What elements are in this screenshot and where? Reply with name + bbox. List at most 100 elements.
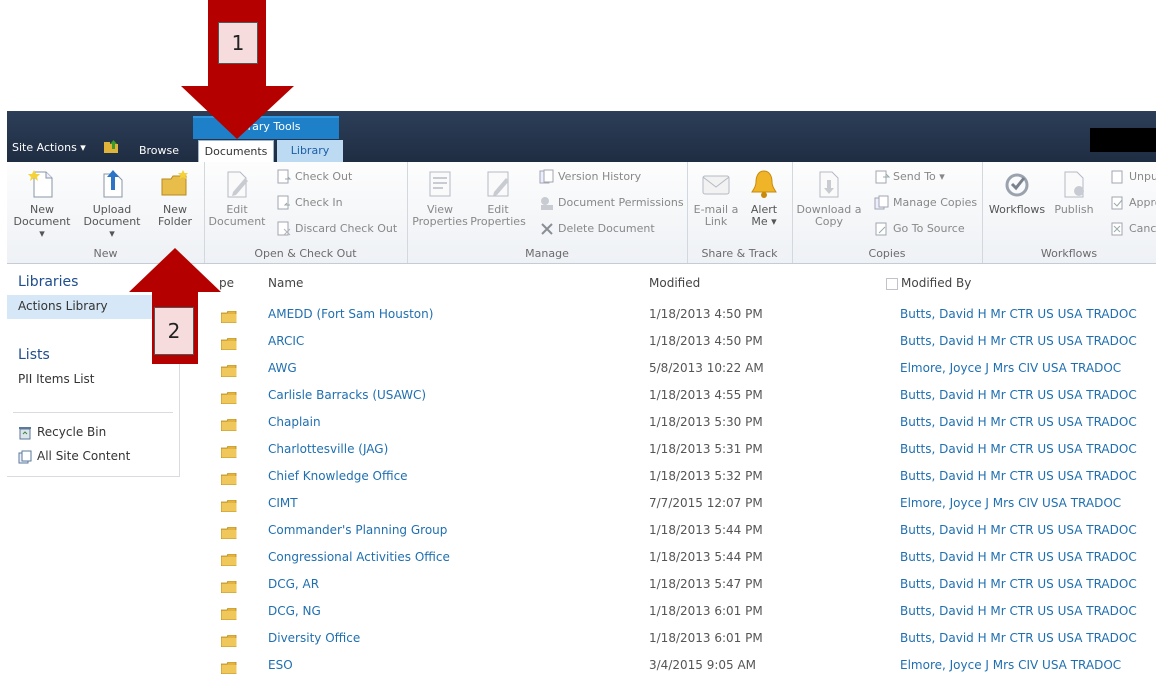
tab-library[interactable]: Library bbox=[277, 140, 343, 162]
nav-item-all-site-content[interactable]: All Site Content bbox=[18, 449, 130, 464]
table-row[interactable]: CIMT 7/7/2015 12:07 PM Elmore, Joyce J Mrs… bbox=[179, 491, 1156, 518]
item-modified-by[interactable]: Elmore, Joyce J Mrs CIV USA TRADOC bbox=[900, 496, 1121, 510]
manage-copies-button[interactable]: Manage Copies bbox=[874, 194, 977, 212]
table-row[interactable]: Chief Knowledge Office 1/18/2013 5:32 PM B… bbox=[179, 464, 1156, 491]
item-name-link[interactable]: Chaplain bbox=[268, 415, 321, 429]
item-modified-by[interactable]: Butts, David H Mr CTR US USA TRADOC bbox=[900, 631, 1137, 645]
new-document-button[interactable]: New Document ▾ bbox=[13, 168, 71, 240]
item-modified-by[interactable]: Elmore, Joyce J Mrs CIV USA TRADOC bbox=[900, 361, 1121, 375]
upload-document-button[interactable]: Upload Document ▾ bbox=[83, 168, 141, 240]
item-modified-by[interactable]: Butts, David H Mr CTR US USA TRADOC bbox=[900, 334, 1137, 348]
table-row[interactable]: DCG, NG 1/18/2013 6:01 PM Butts, David H M… bbox=[179, 599, 1156, 626]
table-row[interactable]: ARCIC 1/18/2013 4:50 PM Butts, David H Mr … bbox=[179, 329, 1156, 356]
table-row[interactable]: AMEDD (Fort Sam Houston) 1/18/2013 4:50 P… bbox=[179, 302, 1156, 329]
send-to-button[interactable]: Send To ▾ bbox=[874, 168, 945, 186]
item-name-link[interactable]: Congressional Activities Office bbox=[268, 550, 450, 564]
tab-documents[interactable]: Documents bbox=[198, 140, 274, 162]
workflows-button[interactable]: Workflows bbox=[986, 168, 1048, 216]
alert-me-button[interactable]: Alert Me ▾ bbox=[739, 168, 789, 228]
column-header-name[interactable]: Name bbox=[268, 276, 303, 290]
check-out-button[interactable]: Check Out bbox=[276, 168, 352, 186]
approve-button[interactable]: Appro bbox=[1110, 194, 1156, 212]
check-in-button[interactable]: Check In bbox=[276, 194, 343, 212]
item-modified-by[interactable]: Butts, David H Mr CTR US USA TRADOC bbox=[900, 577, 1137, 591]
item-modified-by[interactable]: Butts, David H Mr CTR US USA TRADOC bbox=[900, 604, 1137, 618]
email-icon bbox=[702, 175, 730, 195]
item-name-link[interactable]: Commander's Planning Group bbox=[268, 523, 447, 537]
edit-document-button[interactable]: Edit Document bbox=[208, 168, 266, 228]
delete-icon bbox=[541, 223, 553, 235]
table-row[interactable]: DCG, AR 1/18/2013 5:47 PM Butts, David H M… bbox=[179, 572, 1156, 599]
table-row[interactable]: Carlisle Barracks (USAWC) 1/18/2013 4:55 … bbox=[179, 383, 1156, 410]
item-modified-by[interactable]: Butts, David H Mr CTR US USA TRADOC bbox=[900, 388, 1137, 402]
item-name-link[interactable]: DCG, NG bbox=[268, 604, 321, 618]
table-row[interactable]: Charlottesville (JAG) 1/18/2013 5:31 PM Bu… bbox=[179, 437, 1156, 464]
item-name-link[interactable]: Diversity Office bbox=[268, 631, 360, 645]
tab-browse[interactable]: Browse bbox=[131, 140, 187, 162]
site-actions-menu[interactable]: Site Actions ▾ bbox=[12, 141, 86, 154]
approve-icon bbox=[1111, 196, 1123, 210]
item-modified: 1/18/2013 5:47 PM bbox=[649, 577, 763, 591]
item-name-link[interactable]: DCG, AR bbox=[268, 577, 319, 591]
item-modified-by[interactable]: Butts, David H Mr CTR US USA TRADOC bbox=[900, 523, 1137, 537]
download-copy-button[interactable]: Download a Copy bbox=[796, 168, 862, 228]
group-label-open-checkout: Open & Check Out bbox=[254, 247, 357, 260]
item-name-link[interactable]: ARCIC bbox=[268, 334, 304, 348]
item-name-link[interactable]: AWG bbox=[268, 361, 297, 375]
table-row[interactable]: Congressional Activities Office 1/18/2013… bbox=[179, 545, 1156, 572]
new-folder-icon bbox=[161, 170, 188, 196]
publish-button[interactable]: Publish bbox=[1048, 168, 1100, 216]
nav-item-recycle-bin[interactable]: Recycle Bin bbox=[18, 425, 106, 440]
item-modified-by[interactable]: Butts, David H Mr CTR US USA TRADOC bbox=[900, 307, 1137, 321]
folder-icon bbox=[221, 500, 237, 512]
table-row[interactable]: Diversity Office 1/18/2013 6:01 PM Butts, … bbox=[179, 626, 1156, 653]
table-row[interactable]: ESO 3/4/2015 9:05 AM Elmore, Joyce J Mrs C… bbox=[179, 653, 1156, 676]
delete-document-button[interactable]: Delete Document bbox=[539, 220, 655, 238]
edit-properties-button[interactable]: Edit Properties bbox=[469, 168, 527, 228]
version-history-button[interactable]: Version History bbox=[539, 168, 641, 186]
item-modified-by[interactable]: Butts, David H Mr CTR US USA TRADOC bbox=[900, 442, 1137, 456]
folder-icon bbox=[221, 311, 237, 323]
check-out-icon bbox=[277, 169, 292, 184]
item-modified: 1/18/2013 4:55 PM bbox=[649, 388, 763, 402]
email-link-button[interactable]: E-mail a Link bbox=[687, 168, 745, 228]
table-row[interactable]: AWG 5/8/2013 10:22 AM Elmore, Joyce J Mrs … bbox=[179, 356, 1156, 383]
folder-icon bbox=[221, 554, 237, 566]
go-to-source-button[interactable]: Go To Source bbox=[874, 220, 965, 238]
discard-check-out-button[interactable]: Discard Check Out bbox=[276, 220, 397, 238]
nav-heading-libraries[interactable]: Libraries bbox=[18, 274, 78, 290]
document-list: pe Name Modified Modified By AMEDD (Fort… bbox=[179, 264, 1156, 676]
group-label-workflows: Workflows bbox=[1040, 247, 1098, 260]
item-name-link[interactable]: CIMT bbox=[268, 496, 298, 510]
nav-item-actions-library[interactable]: Actions Library bbox=[18, 299, 108, 313]
navigate-up-icon[interactable] bbox=[103, 140, 119, 154]
table-row[interactable]: Commander's Planning Group 1/18/2013 5:44… bbox=[179, 518, 1156, 545]
item-name-link[interactable]: Chief Knowledge Office bbox=[268, 469, 408, 483]
item-modified-by[interactable]: Butts, David H Mr CTR US USA TRADOC bbox=[900, 415, 1137, 429]
item-modified: 1/18/2013 6:01 PM bbox=[649, 604, 763, 618]
item-name-link[interactable]: Charlottesville (JAG) bbox=[268, 442, 388, 456]
cancel-approval-icon bbox=[1111, 222, 1123, 236]
column-header-modified-by[interactable]: Modified By bbox=[886, 276, 971, 290]
unpublish-button[interactable]: Unpu bbox=[1110, 168, 1156, 186]
item-modified-by[interactable]: Elmore, Joyce J Mrs CIV USA TRADOC bbox=[900, 658, 1121, 672]
item-name-link[interactable]: Carlisle Barracks (USAWC) bbox=[268, 388, 426, 402]
document-permissions-button[interactable]: Document Permissions bbox=[539, 194, 684, 212]
folder-icon bbox=[221, 392, 237, 404]
check-in-icon bbox=[277, 195, 290, 210]
document-permissions-icon bbox=[541, 197, 553, 210]
nav-item-pii-items-list[interactable]: PII Items List bbox=[18, 372, 95, 386]
nav-heading-lists[interactable]: Lists bbox=[18, 347, 50, 363]
item-name-link[interactable]: ESO bbox=[268, 658, 293, 672]
view-properties-button[interactable]: View Properties bbox=[411, 168, 469, 228]
item-name-link[interactable]: AMEDD (Fort Sam Houston) bbox=[268, 307, 433, 321]
item-modified-by[interactable]: Butts, David H Mr CTR US USA TRADOC bbox=[900, 550, 1137, 564]
column-header-modified[interactable]: Modified bbox=[649, 276, 700, 290]
group-label-copies: Copies bbox=[868, 247, 906, 260]
cancel-approval-button[interactable]: Cance bbox=[1110, 220, 1156, 238]
item-modified-by[interactable]: Butts, David H Mr CTR US USA TRADOC bbox=[900, 469, 1137, 483]
table-row[interactable]: Chaplain 1/18/2013 5:30 PM Butts, David H … bbox=[179, 410, 1156, 437]
arrow-down-icon bbox=[181, 0, 294, 139]
folder-icon bbox=[221, 662, 237, 674]
new-folder-button[interactable]: New Folder bbox=[150, 168, 200, 228]
